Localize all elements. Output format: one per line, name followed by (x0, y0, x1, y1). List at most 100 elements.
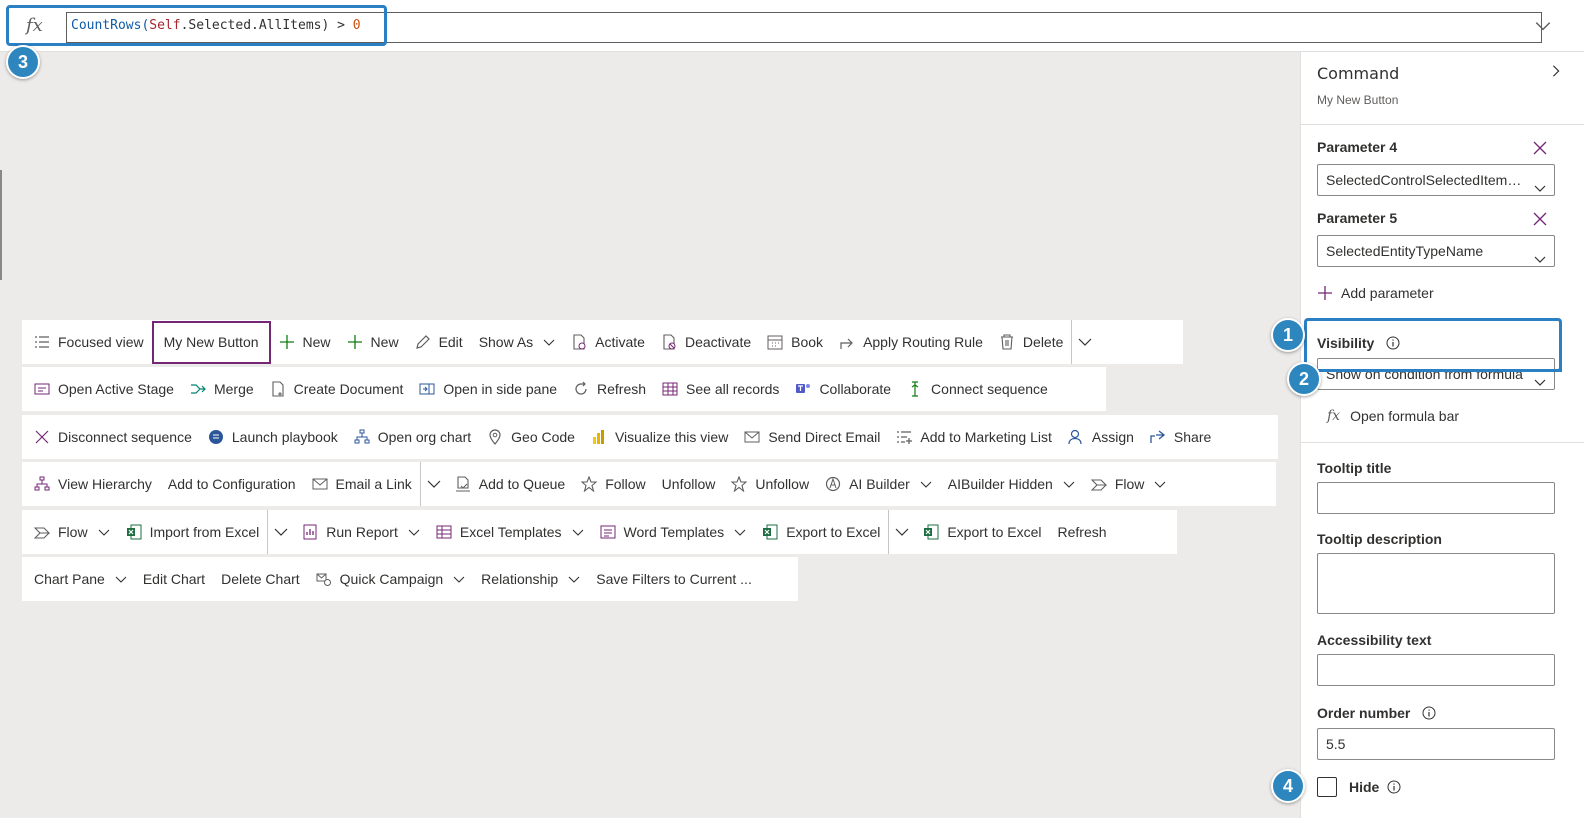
chevron-down-icon (568, 573, 580, 585)
remove-parameter-5-icon[interactable] (1533, 212, 1547, 226)
share-icon (1150, 429, 1166, 445)
command-label: New (302, 334, 331, 350)
info-icon[interactable] (1422, 706, 1436, 720)
command-send-direct-email-button[interactable]: Send Direct Email (736, 415, 888, 459)
command-label: Chart Pane (34, 571, 105, 587)
command-label: Flow (58, 524, 88, 540)
command-open-in-side-pane-button[interactable]: Open in side pane (411, 367, 565, 411)
formula-input[interactable]: CountRows(Self.Selected.AllItems) > 0 (66, 12, 1542, 43)
side-pane-icon (419, 381, 435, 397)
refresh-icon (573, 381, 589, 397)
order-number-input[interactable]: 5.5 (1317, 728, 1555, 760)
command-relationship-button[interactable]: Relationship (473, 557, 588, 601)
parameter-4-select[interactable]: SelectedControlSelectedItemC... (1317, 164, 1555, 196)
order-number-label-text: Order number (1317, 705, 1411, 721)
chevron-down-icon[interactable] (1534, 17, 1552, 35)
command-deactivate-button[interactable]: Deactivate (653, 320, 759, 364)
add-parameter-button[interactable]: Add parameter (1317, 285, 1434, 301)
chevron-down-icon (1063, 478, 1075, 490)
command-collaborate-button[interactable]: Collaborate (787, 367, 899, 411)
command-delete-button[interactable]: Delete (991, 320, 1071, 364)
more-commands-chevron-icon[interactable] (1071, 320, 1098, 364)
command-open-org-chart-button[interactable]: Open org chart (346, 415, 479, 459)
command-flow-button[interactable]: Flow (1083, 462, 1175, 506)
command-focused-view-button[interactable]: Focused view (26, 320, 152, 364)
command-label: Excel Templates (459, 524, 562, 540)
command-unfollow-button[interactable]: Unfollow (723, 462, 817, 506)
command-email-a-link-button[interactable]: Email a Link (304, 462, 420, 506)
command-word-templates-button[interactable]: Word Templates (592, 510, 755, 554)
formula-rest: .Selected.AllItems) > (180, 18, 353, 33)
command-new-button[interactable]: New (271, 320, 339, 364)
command-share-button[interactable]: Share (1142, 415, 1219, 459)
command-add-to-marketing-list-button[interactable]: Add to Marketing List (888, 415, 1060, 459)
pencil-icon (415, 334, 431, 350)
command-connect-sequence-button[interactable]: Connect sequence (899, 367, 1056, 411)
remove-parameter-4-icon[interactable] (1533, 141, 1547, 155)
command-create-document-button[interactable]: Create Document (262, 367, 412, 411)
command-my-new-button-button[interactable]: My New Button (151, 320, 271, 364)
command-run-report-button[interactable]: Run Report (294, 510, 428, 554)
command-save-filters-to-current-button[interactable]: Save Filters to Current ... (588, 557, 760, 601)
parameter-5-select[interactable]: SelectedEntityTypeName (1317, 235, 1555, 267)
command-refresh-button[interactable]: Refresh (565, 367, 654, 411)
command-show-as-button[interactable]: Show As (471, 320, 563, 364)
open-formula-bar-link[interactable]: fx Open formula bar (1327, 408, 1459, 424)
command-assign-button[interactable]: Assign (1060, 415, 1142, 459)
hierarchy-icon (34, 476, 50, 492)
command-label: Delete Chart (221, 571, 300, 587)
command-import-from-excel-button[interactable]: Import from Excel (118, 510, 268, 554)
more-commands-chevron-icon[interactable] (419, 462, 447, 506)
chevron-down-icon (543, 336, 555, 348)
command-label: Assign (1091, 429, 1134, 445)
command-quick-campaign-button[interactable]: Quick Campaign (308, 557, 474, 601)
info-icon[interactable] (1386, 336, 1400, 350)
command-edit-chart-button[interactable]: Edit Chart (135, 557, 213, 601)
command-edit-button[interactable]: Edit (407, 320, 471, 364)
hide-checkbox[interactable] (1317, 777, 1337, 797)
command-excel-templates-button[interactable]: Excel Templates (428, 510, 592, 554)
command-see-all-records-button[interactable]: See all records (654, 367, 787, 411)
command-apply-routing-rule-button[interactable]: Apply Routing Rule (831, 320, 991, 364)
command-label: See all records (686, 381, 780, 397)
more-commands-chevron-icon[interactable] (888, 510, 915, 554)
command-disconnect-sequence-button[interactable]: Disconnect sequence (26, 415, 200, 459)
info-icon[interactable] (1387, 780, 1401, 794)
command-export-to-excel-button[interactable]: Export to Excel (754, 510, 888, 554)
command-flow-button[interactable]: Flow (26, 510, 118, 554)
command-merge-button[interactable]: Merge (182, 367, 262, 411)
command-launch-playbook-button[interactable]: Launch playbook (200, 415, 346, 459)
command-delete-chart-button[interactable]: Delete Chart (213, 557, 308, 601)
command-geo-code-button[interactable]: Geo Code (479, 415, 583, 459)
command-label: Launch playbook (231, 429, 338, 445)
command-book-button[interactable]: Book (759, 320, 831, 364)
more-commands-chevron-icon[interactable] (267, 510, 294, 554)
command-add-to-configuration-button[interactable]: Add to Configuration (160, 462, 304, 506)
command-visualize-this-view-button[interactable]: Visualize this view (583, 415, 736, 459)
command-label: Deactivate (684, 334, 752, 350)
chevron-down-icon (1154, 478, 1166, 490)
chevron-right-icon[interactable] (1549, 64, 1563, 78)
command-label: Save Filters to Current ... (596, 571, 752, 587)
command-activate-button[interactable]: Activate (563, 320, 653, 364)
grid-icon (662, 381, 678, 397)
command-chart-pane-button[interactable]: Chart Pane (26, 557, 135, 601)
command-add-to-queue-button[interactable]: Add to Queue (447, 462, 573, 506)
command-export-to-excel-button[interactable]: Export to Excel (915, 510, 1049, 554)
command-unfollow-button[interactable]: Unfollow (654, 462, 724, 506)
command-open-active-stage-button[interactable]: Open Active Stage (26, 367, 182, 411)
visibility-select[interactable]: Show on condition from formula (1317, 358, 1555, 390)
command-view-hierarchy-button[interactable]: View Hierarchy (26, 462, 160, 506)
ai-builder-icon (825, 476, 841, 492)
command-follow-button[interactable]: Follow (573, 462, 653, 506)
accessibility-text-input[interactable] (1317, 654, 1555, 686)
command-new-button[interactable]: New (339, 320, 407, 364)
command-aibuilder-hidden-button[interactable]: AIBuilder Hidden (940, 462, 1083, 506)
command-ai-builder-button[interactable]: AI Builder (817, 462, 940, 506)
plus-icon (279, 334, 295, 350)
tooltip-description-textarea[interactable] (1317, 553, 1555, 614)
merge-icon (190, 381, 206, 397)
tooltip-title-input[interactable] (1317, 482, 1555, 514)
command-refresh-button[interactable]: Refresh (1050, 510, 1115, 554)
command-label: Add to Queue (478, 476, 566, 492)
